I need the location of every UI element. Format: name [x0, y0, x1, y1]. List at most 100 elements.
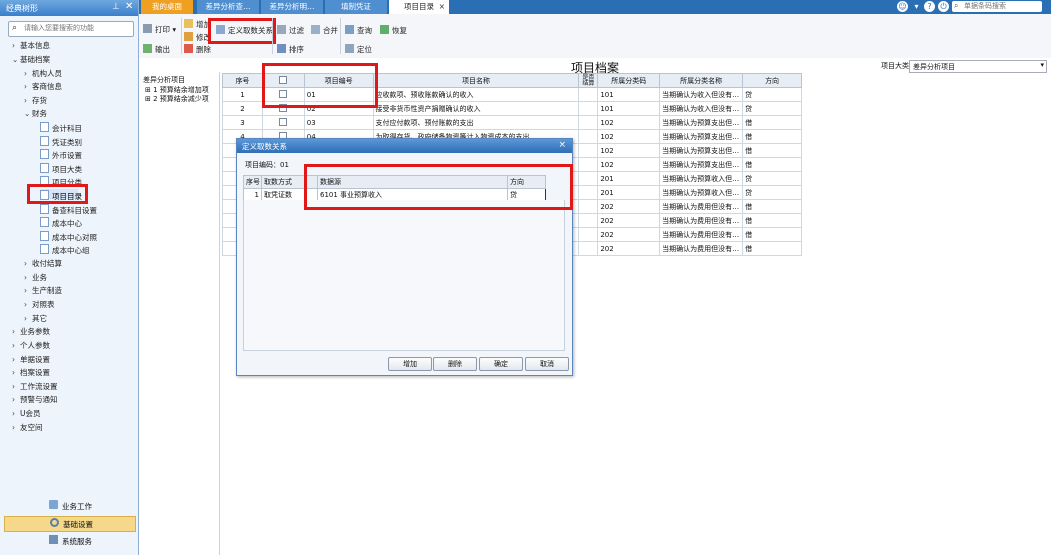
- cell-category-name[interactable]: 当期确认为费用但没有…: [659, 213, 744, 228]
- cell-direction[interactable]: 贷: [742, 171, 802, 186]
- column-header-name[interactable]: 项目名称: [372, 73, 580, 88]
- close-icon[interactable]: ✕: [125, 1, 133, 12]
- tab-variance-query[interactable]: 差异分析查…: [197, 0, 259, 14]
- merge-button[interactable]: 合并: [311, 25, 338, 36]
- sidebar-item[interactable]: 备查科目设置: [40, 204, 97, 216]
- business-work-button[interactable]: 业务工作: [4, 499, 134, 513]
- column-header-category-name[interactable]: 所属分类名称: [659, 73, 744, 88]
- cell-direction[interactable]: 借: [742, 213, 802, 228]
- cell-direction[interactable]: 贷: [742, 185, 802, 200]
- category-select[interactable]: 差异分析项目 ▾: [909, 60, 1047, 73]
- column-header-direction[interactable]: 方向: [742, 73, 802, 88]
- cell-category-code[interactable]: 102: [597, 129, 661, 144]
- close-tab-icon[interactable]: ×: [439, 0, 445, 14]
- cell-direction[interactable]: 借: [742, 227, 802, 242]
- cell-category-name[interactable]: 当期确认为预算收入但…: [659, 171, 744, 186]
- cell-category-code[interactable]: 101: [597, 87, 661, 102]
- cell-name[interactable]: 支付应付款项、预付账款的支出: [372, 115, 580, 130]
- cell-category-code[interactable]: 101: [597, 101, 661, 116]
- cell-category-name[interactable]: 当期确认为费用但没有…: [659, 199, 744, 214]
- cell-category-code[interactable]: 102: [597, 157, 661, 172]
- cell-settle[interactable]: [578, 199, 599, 214]
- cell-category-name[interactable]: 当期确认为费用但没有…: [659, 227, 744, 242]
- cell-direction[interactable]: 贷: [742, 87, 802, 102]
- sidebar-item[interactable]: › 工作流设置: [12, 381, 58, 392]
- cell-category-name[interactable]: 当期确认为收入但没有…: [659, 87, 744, 102]
- cell-settle[interactable]: [578, 185, 599, 200]
- print-button[interactable]: 打印 ▾: [143, 24, 176, 35]
- tab-project-directory[interactable]: 项目目录 ×: [389, 0, 449, 14]
- function-search-input[interactable]: [24, 23, 129, 33]
- cell-category-code[interactable]: 102: [597, 115, 661, 130]
- delete-button[interactable]: 删除: [433, 357, 477, 371]
- sidebar-item[interactable]: › 机构人员: [24, 68, 62, 79]
- tab-variance-detail[interactable]: 差异分析明…: [261, 0, 323, 14]
- sidebar-item[interactable]: › 生产制造: [24, 285, 62, 296]
- restore-button[interactable]: 恢复: [380, 25, 407, 36]
- help-icon[interactable]: ?: [924, 1, 935, 12]
- global-search-box[interactable]: ⌕: [952, 1, 1042, 12]
- sidebar-item[interactable]: › 预警与通知: [12, 394, 58, 405]
- cell-settle[interactable]: [578, 101, 599, 116]
- cell-category-code[interactable]: 202: [597, 227, 661, 242]
- cell-direction[interactable]: 借: [742, 129, 802, 144]
- cell-direction[interactable]: 借: [742, 157, 802, 172]
- cell-category-name[interactable]: 当期确认为预算收入但…: [659, 185, 744, 200]
- power-icon[interactable]: ⏻: [938, 1, 949, 12]
- close-icon[interactable]: ×: [558, 140, 566, 150]
- sidebar-item[interactable]: 成本中心: [40, 217, 82, 229]
- cell-direction[interactable]: 借: [742, 241, 802, 256]
- sidebar-item[interactable]: › 对照表: [24, 299, 55, 310]
- sidebar-item[interactable]: › 业务参数: [12, 326, 50, 337]
- cell-category-name[interactable]: 当期确认为预算支出但…: [659, 129, 744, 144]
- sidebar-item[interactable]: › 存货: [24, 95, 47, 106]
- cell-category-name[interactable]: 当期确认为费用但没有…: [659, 241, 744, 256]
- pin-icon[interactable]: ⊥: [112, 2, 120, 12]
- cell-direction[interactable]: 贷: [742, 101, 802, 116]
- cell-category-code[interactable]: 202: [597, 241, 661, 256]
- sidebar-item[interactable]: 成本中心组: [40, 244, 90, 256]
- cell-category-code[interactable]: 201: [597, 185, 661, 200]
- system-service-button[interactable]: 系统服务: [4, 534, 134, 548]
- tab-fill-voucher[interactable]: 填制凭证: [325, 0, 387, 14]
- add-button[interactable]: 增加: [184, 19, 211, 30]
- cancel-button[interactable]: 取消: [525, 357, 569, 371]
- sidebar-item[interactable]: 凭证类别: [40, 136, 82, 148]
- sidebar-item[interactable]: › 友空间: [12, 422, 43, 433]
- cell-category-code[interactable]: 201: [597, 171, 661, 186]
- cell-category-code[interactable]: 102: [597, 143, 661, 158]
- sidebar-item[interactable]: › U会员: [12, 408, 41, 419]
- cell-settle[interactable]: [578, 171, 599, 186]
- sidebar-item[interactable]: › 业务: [24, 272, 47, 283]
- cell-settle[interactable]: [578, 227, 599, 242]
- dropdown-arrow-icon[interactable]: ▾: [911, 1, 922, 12]
- sidebar-item[interactable]: › 客商信息: [24, 81, 62, 92]
- column-header-category-code[interactable]: 所属分类码: [597, 73, 661, 88]
- tree-root[interactable]: 差异分析项目: [143, 75, 185, 85]
- sidebar-item[interactable]: › 基本信息: [12, 40, 50, 51]
- cell-direction[interactable]: 借: [742, 143, 802, 158]
- sidebar-item[interactable]: ⌄ 财务: [24, 108, 47, 119]
- function-search-box[interactable]: ⌕: [8, 21, 134, 37]
- query-button[interactable]: 查询: [345, 25, 372, 36]
- column-header-index[interactable]: 序号: [222, 73, 263, 88]
- cell-select[interactable]: [261, 115, 305, 130]
- tab-my-desktop[interactable]: 我的桌面: [141, 0, 193, 14]
- cell-settle[interactable]: [578, 157, 599, 172]
- sidebar-item[interactable]: › 收付结算: [24, 258, 62, 269]
- cell-index[interactable]: 2: [222, 101, 263, 116]
- cell-category-code[interactable]: 202: [597, 199, 661, 214]
- column-header-settle[interactable]: 是否结算: [578, 73, 599, 88]
- cell-direction[interactable]: 借: [742, 199, 802, 214]
- cell-category-code[interactable]: 202: [597, 213, 661, 228]
- row-checkbox[interactable]: [279, 117, 288, 126]
- cell-settle[interactable]: [578, 143, 599, 158]
- sidebar-item[interactable]: 项目大类: [40, 163, 82, 175]
- cell-code[interactable]: 03: [303, 115, 374, 130]
- sidebar-item[interactable]: 会计科目: [40, 122, 82, 134]
- global-search-input[interactable]: [964, 1, 1039, 11]
- sidebar-item[interactable]: › 个人参数: [12, 340, 50, 351]
- export-button[interactable]: 输出: [143, 44, 170, 55]
- sidebar-item[interactable]: 成本中心对照: [40, 231, 97, 243]
- sort-button[interactable]: 排序: [277, 44, 304, 55]
